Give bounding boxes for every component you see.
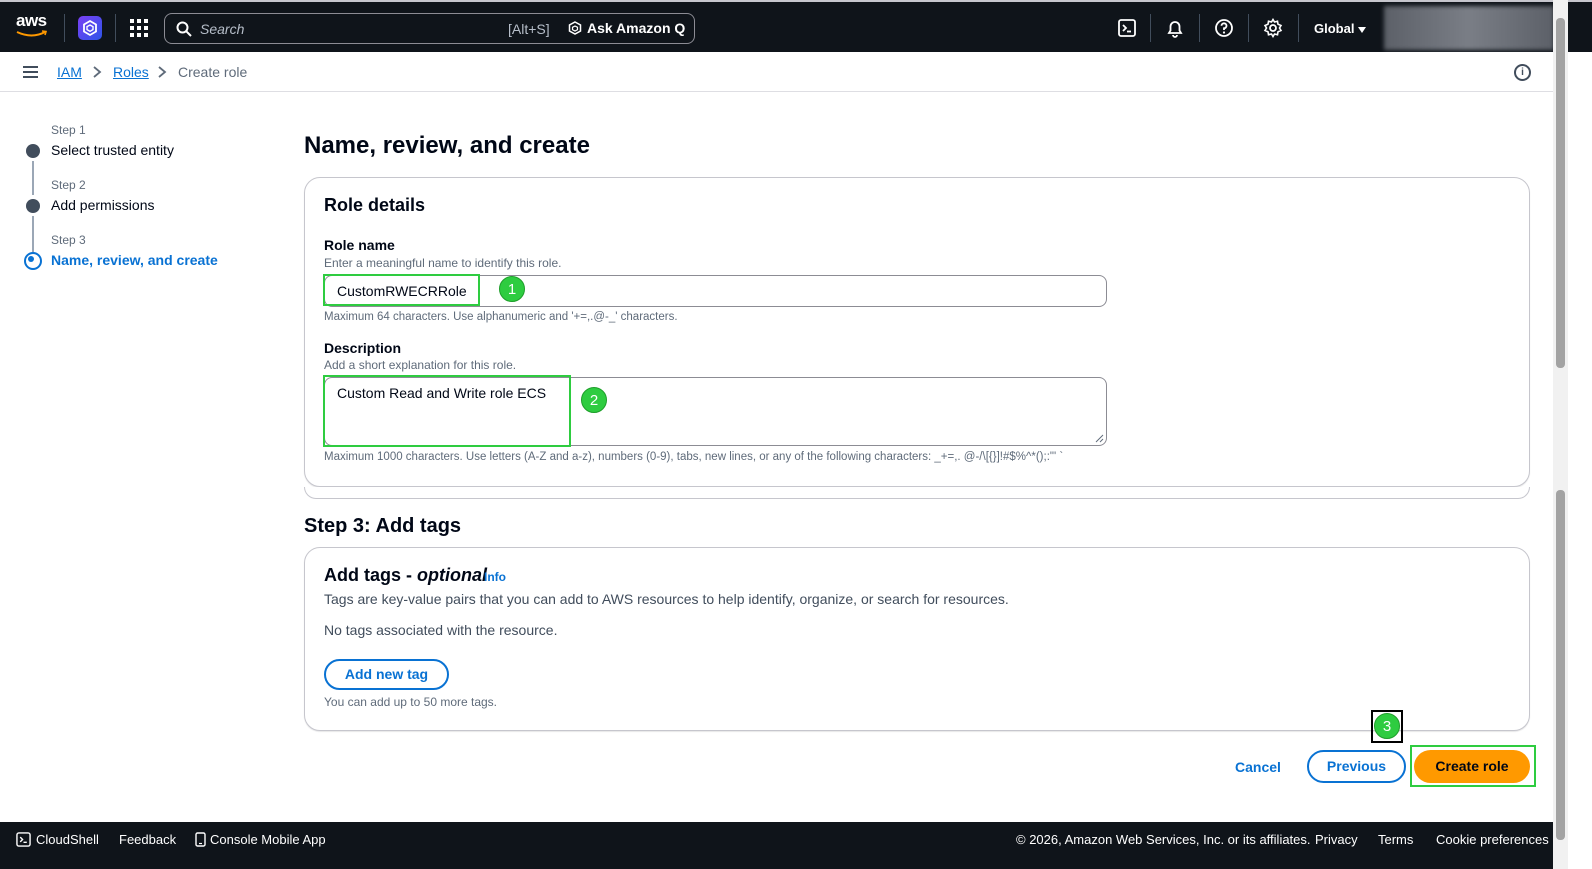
ask-amazon-q-label: Ask Amazon Q <box>587 20 686 36</box>
footer-mobile-app-link[interactable]: Console Mobile App <box>195 832 326 847</box>
mobile-phone-icon <box>195 832 206 847</box>
step-3-indicator <box>24 252 42 270</box>
description-label: Description <box>324 340 402 356</box>
nav-divider <box>1298 14 1299 42</box>
region-label: Global <box>1314 21 1355 36</box>
amazon-q-small-icon <box>568 21 582 35</box>
footer-cloudshell-label: CloudShell <box>36 832 99 847</box>
step-2-indicator <box>26 199 40 213</box>
add-tags-title-main: Add tags - <box>324 565 417 585</box>
step-3-title: Name, review, and create <box>51 252 218 268</box>
footer-cloudshell-link[interactable]: CloudShell <box>16 832 99 847</box>
step-3-section-title: Step 3: Add tags <box>304 515 462 537</box>
menu-icon[interactable] <box>23 66 38 78</box>
add-tags-title: Add tags - optional <box>324 565 487 586</box>
footer-feedback-link[interactable]: Feedback <box>119 832 176 847</box>
help-icon[interactable] <box>1214 18 1234 38</box>
breadcrumb-roles[interactable]: Roles <box>113 64 149 80</box>
cloudshell-icon[interactable] <box>1117 18 1137 38</box>
add-tags-info-link[interactable]: Info <box>484 570 506 584</box>
step-2-title[interactable]: Add permissions <box>51 197 155 213</box>
step-connector <box>32 216 34 252</box>
footer-terms-link[interactable]: Terms <box>1378 832 1413 847</box>
aws-smile-icon <box>16 30 48 37</box>
role-name-description: Enter a meaningful name to identify this… <box>324 256 562 270</box>
resize-handle-icon[interactable] <box>1095 434 1104 443</box>
scrollbar-thumb[interactable] <box>1556 18 1565 368</box>
create-role-button[interactable]: Create role <box>1414 750 1530 783</box>
annotation-badge-1: 1 <box>499 276 525 302</box>
nav-divider <box>64 14 65 42</box>
no-tags-text: No tags associated with the resource. <box>324 622 558 638</box>
annotation-badge-2: 2 <box>581 387 607 413</box>
cancel-button[interactable]: Cancel <box>1235 759 1281 775</box>
description-description: Add a short explanation for this role. <box>324 358 517 372</box>
step-1-indicator <box>26 144 40 158</box>
amazon-q-icon[interactable] <box>78 16 102 40</box>
breadcrumb-create-role: Create role <box>178 64 248 80</box>
footer-cookie-preferences-link[interactable]: Cookie preferences <box>1436 832 1549 847</box>
settings-icon[interactable] <box>1263 18 1283 38</box>
nav-divider <box>1150 14 1151 42</box>
role-name-constraint: Maximum 64 characters. Use alphanumeric … <box>324 311 678 323</box>
role-name-label: Role name <box>324 237 395 253</box>
step-1-label: Step 1 <box>51 123 86 137</box>
region-selector[interactable]: Global <box>1314 21 1367 36</box>
search-placeholder: Search <box>200 21 245 37</box>
tags-limit-text: You can add up to 50 more tags. <box>324 695 498 709</box>
aws-logo-text: aws <box>16 11 47 30</box>
top-navigation-bar: aws Search [Alt+S] Ask Amazon Q Global <box>0 0 1592 52</box>
annotation-highlight-2 <box>323 375 571 447</box>
step-1-title[interactable]: Select trusted entity <box>51 142 174 158</box>
previous-button[interactable]: Previous <box>1307 750 1406 783</box>
chevron-right-icon <box>93 66 102 78</box>
caret-down-icon <box>1358 26 1367 33</box>
nav-divider <box>1199 14 1200 42</box>
description-constraint: Maximum 1000 characters. Use letters (A-… <box>324 451 1064 463</box>
vertical-scrollbar[interactable] <box>1553 0 1568 869</box>
nav-divider <box>1248 14 1249 42</box>
add-tags-title-optional: optional <box>417 565 487 585</box>
info-panel-icon[interactable]: i <box>1514 64 1531 81</box>
page-title: Name, review, and create <box>304 132 590 159</box>
annotation-highlight-1 <box>323 274 480 306</box>
role-details-title: Role details <box>324 195 426 215</box>
footer-bar: CloudShell Feedback Console Mobile App ©… <box>0 822 1553 869</box>
breadcrumb-bar: IAM Roles Create role i <box>0 52 1553 92</box>
step-2-label: Step 2 <box>51 178 86 192</box>
step-3-label: Step 3 <box>51 233 86 247</box>
ask-amazon-q-button[interactable]: Ask Amazon Q <box>568 20 685 36</box>
annotation-badge-3: 3 <box>1374 713 1400 739</box>
cloudshell-icon <box>16 832 31 847</box>
chevron-right-icon <box>158 66 167 78</box>
search-input[interactable]: Search [Alt+S] Ask Amazon Q <box>164 13 695 44</box>
collapsed-section-edge <box>304 487 1530 499</box>
footer-privacy-link[interactable]: Privacy <box>1315 832 1358 847</box>
services-grid-icon[interactable] <box>130 19 148 37</box>
footer-copyright: © 2026, Amazon Web Services, Inc. or its… <box>1016 832 1311 847</box>
aws-logo[interactable]: aws <box>16 12 50 42</box>
search-shortcut: [Alt+S] <box>508 21 550 37</box>
bell-icon[interactable] <box>1165 18 1185 38</box>
search-icon <box>176 21 192 37</box>
account-menu[interactable] <box>1384 6 1554 50</box>
scrollbar-thumb[interactable] <box>1556 490 1565 840</box>
add-tags-description: Tags are key-value pairs that you can ad… <box>324 591 1009 607</box>
nav-divider <box>115 14 116 42</box>
step-connector <box>32 161 34 195</box>
breadcrumb-iam[interactable]: IAM <box>57 64 82 80</box>
add-new-tag-button[interactable]: Add new tag <box>324 659 449 690</box>
footer-mobile-app-label: Console Mobile App <box>210 832 326 847</box>
